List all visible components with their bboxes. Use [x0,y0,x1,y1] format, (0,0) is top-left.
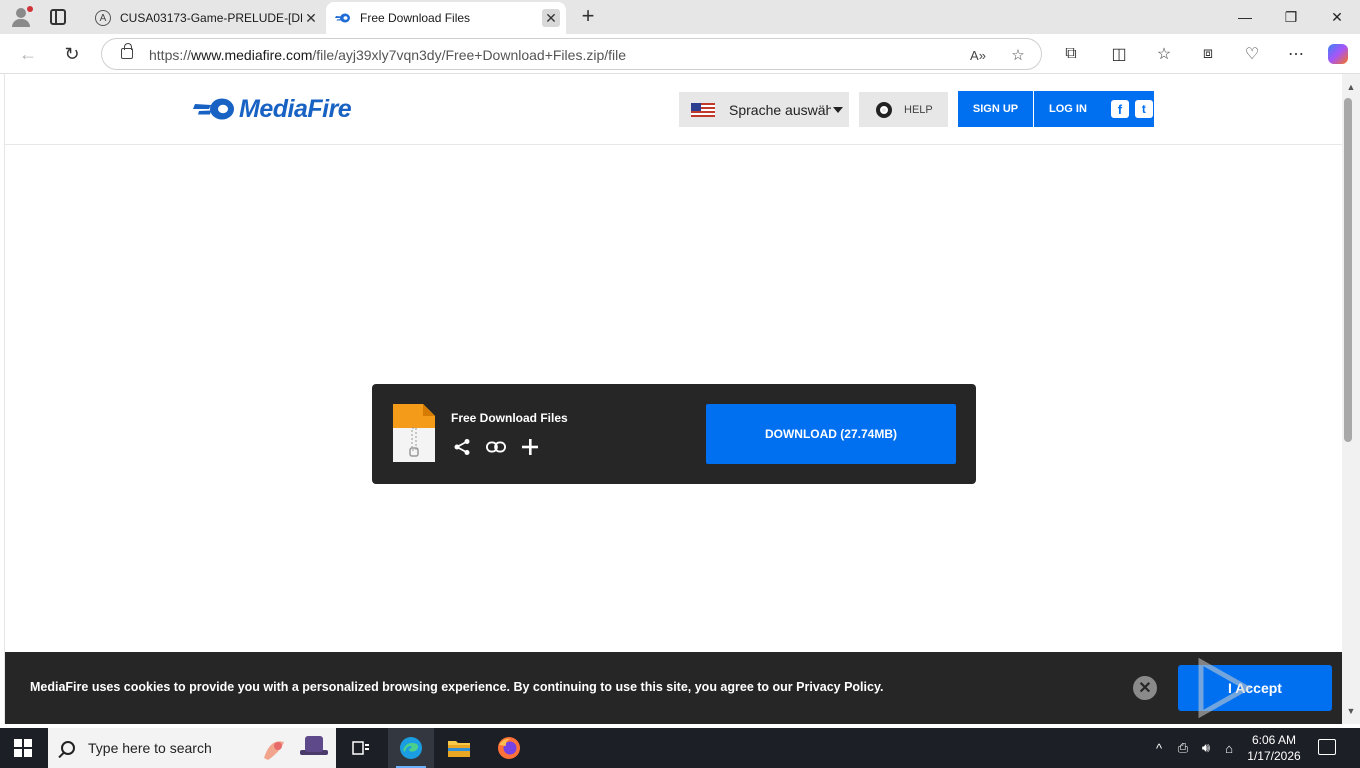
file-actions [452,437,540,457]
file-explorer-icon[interactable] [436,728,482,768]
zip-file-icon [393,404,435,462]
url-text[interactable]: https://www.mediafire.com/file/ayj39xly7… [149,47,626,63]
taskbar: Type here to search ^ ⎙ 🔊︎ ⌂ 6:06 AM 1/1… [0,728,1360,768]
browser-essentials-icon[interactable]: ♡ [1240,42,1264,66]
extensions-icon[interactable]: ⧉ [1059,42,1083,66]
download-card: Free Download Files DOWNLOAD (27.74MB) [372,384,976,484]
network-icon[interactable]: ⌂ [1220,728,1238,768]
link-icon[interactable] [486,437,506,457]
cookie-banner: MediaFire uses cookies to provide you wi… [5,652,1342,724]
clock-date: 1/17/2026 [1247,749,1301,763]
twitter-icon[interactable]: t [1134,100,1153,118]
search-placeholder: Type here to search [88,740,212,756]
back-arrow-icon[interactable]: ← [16,42,40,66]
facebook-icon[interactable]: f [1110,100,1129,118]
close-tab-icon[interactable]: ✕ [542,9,560,27]
favorite-star-icon[interactable]: ☆ [1008,45,1028,65]
meet-now-icon[interactable]: ⎙ [1174,728,1192,768]
split-screen-icon[interactable]: ◫ [1107,42,1131,66]
close-tab-icon[interactable]: ✕ [302,9,320,27]
mediafire-flame-icon [193,98,234,120]
help-label: HELP [904,103,933,116]
language-label: Sprache auswählen [729,101,831,118]
copilot-icon[interactable] [1328,44,1348,64]
show-hidden-icons[interactable]: ^ [1150,728,1168,768]
a-logo-icon: A [95,10,111,26]
page-viewport: MediaFire Sprache auswählen HELP SIGN UP… [4,74,1342,724]
add-icon[interactable] [520,437,540,457]
log-in-button[interactable]: LOG IN f t [1034,91,1154,127]
restore-icon[interactable]: ❐ [1268,0,1314,34]
read-aloud-icon[interactable]: A» [968,45,988,65]
taskbar-search[interactable]: Type here to search [48,728,336,768]
share-icon[interactable] [452,437,472,457]
log-in-label: LOG IN [1049,103,1087,115]
tab-actions-icon[interactable] [50,9,66,25]
search-icon [61,741,75,755]
more-options-icon[interactable]: ⋯ [1284,42,1308,66]
tab-strip: A CUSA03173-Game-PRELUDE-[DLC] ✕ Free Do… [0,0,1360,34]
caret-down-icon [833,106,843,113]
taskbar-clock[interactable]: 6:06 AM 1/17/2026 [1240,732,1308,764]
tab-cusa03173[interactable]: A CUSA03173-Game-PRELUDE-[DLC] ✕ [86,2,326,34]
profile-icon[interactable] [10,6,34,28]
language-selector[interactable]: Sprache auswählen [679,92,849,127]
lock-icon[interactable] [121,43,133,59]
collections-icon[interactable]: ⧈ [1196,42,1220,66]
file-name: Free Download Files [451,411,568,425]
site-header: MediaFire Sprache auswählen HELP SIGN UP… [5,74,1342,145]
navigation-bar: ← ↻ https://www.mediafire.com/file/ayj39… [0,34,1360,74]
mediafire-icon [335,13,350,23]
favorites-icon[interactable]: ☆ [1152,42,1176,66]
firefox-icon[interactable] [486,728,532,768]
sign-up-button[interactable]: SIGN UP [958,91,1033,127]
mediafire-logo[interactable]: MediaFire [193,94,352,124]
search-highlight-icon [264,736,328,760]
edge-taskbar-icon[interactable] [388,728,434,768]
help-button[interactable]: HELP [859,92,948,127]
tab-title: Free Download Files [360,11,471,25]
refresh-icon[interactable]: ↻ [60,42,84,66]
close-window-icon[interactable]: ✕ [1314,0,1360,34]
tab-free-download-files[interactable]: Free Download Files ✕ [326,2,566,34]
page-scrollbar[interactable]: ▲ ▼ [1342,74,1360,724]
scroll-up-icon[interactable]: ▲ [1346,82,1356,92]
address-bar[interactable]: https://www.mediafire.com/file/ayj39xly7… [101,38,1042,70]
lifebuoy-icon [876,101,892,118]
close-banner-icon[interactable]: ✕ [1133,676,1157,700]
task-view-icon[interactable] [338,728,384,768]
us-flag-icon [691,102,715,117]
download-button[interactable]: DOWNLOAD (27.74MB) [706,404,956,464]
scrollbar-thumb[interactable] [1344,98,1352,442]
volume-icon[interactable]: 🔊︎ [1196,728,1216,768]
minimize-icon[interactable]: — [1222,0,1268,34]
tab-title: CUSA03173-Game-PRELUDE-[DLC] [120,11,302,25]
new-tab-button[interactable]: + [576,5,600,29]
windows-start-icon[interactable] [14,739,32,757]
logo-wordmark: MediaFire [239,94,352,123]
notification-icon[interactable] [1318,739,1336,755]
clock-time: 6:06 AM [1251,733,1297,747]
scroll-down-icon[interactable]: ▼ [1346,706,1356,716]
cookie-message: MediaFire uses cookies to provide you wi… [30,680,884,694]
